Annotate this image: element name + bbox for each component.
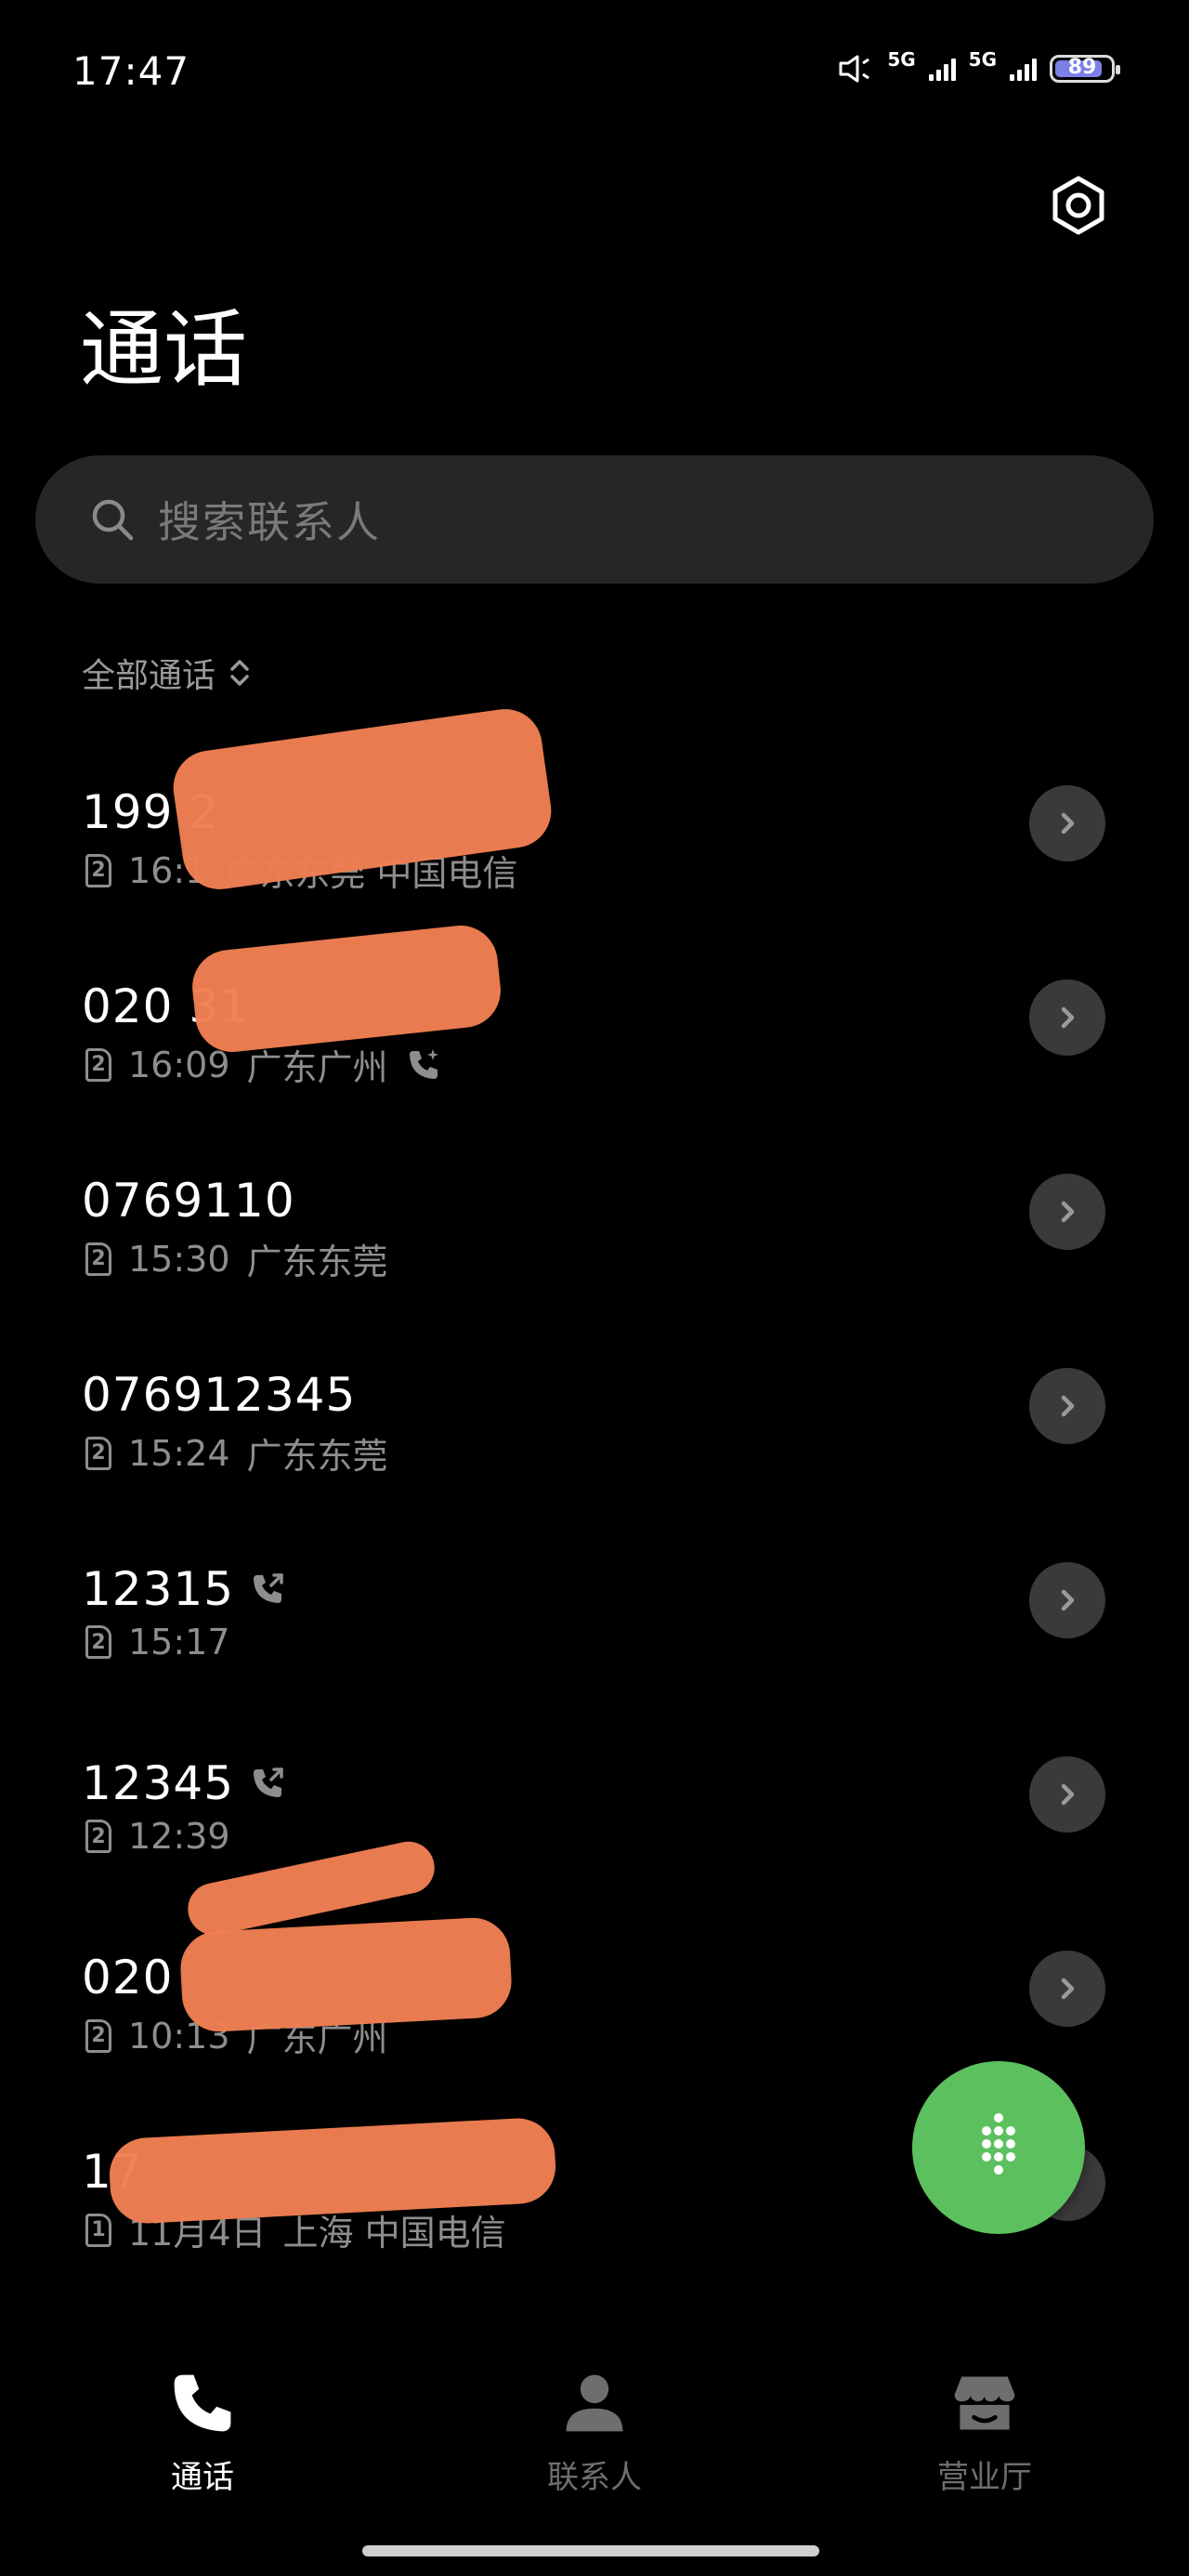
page-title: 通话 (80, 301, 247, 399)
sim-icon: 2 (85, 1242, 111, 1276)
person-icon (566, 2374, 623, 2432)
network-label-2: 5G (968, 48, 997, 71)
call-details-button[interactable] (1029, 785, 1105, 861)
sim-icon: 2 (85, 1820, 111, 1853)
network-label-1: 5G (887, 48, 916, 71)
call-filter[interactable]: 全部通话 (82, 649, 251, 697)
outgoing-call-icon (254, 1573, 283, 1603)
sort-arrows-icon (230, 660, 249, 686)
tab-calls[interactable]: 通话 (110, 2368, 295, 2497)
call-details-button[interactable] (1029, 1562, 1105, 1638)
call-number: 076912345 (82, 1368, 357, 1422)
chevron-right-icon (1061, 1978, 1075, 2000)
tab-contacts[interactable]: 联系人 (502, 2368, 687, 2497)
hd-call-icon (409, 1048, 438, 1079)
chevron-right-icon (1061, 1201, 1075, 1223)
redaction-mark (178, 1915, 514, 2034)
call-number: 12345 (82, 1756, 235, 1810)
sim-icon: 2 (85, 1625, 111, 1659)
search-placeholder: 搜索联系人 (158, 497, 381, 547)
call-details-button[interactable] (1029, 1174, 1105, 1250)
sim-icon: 2 (85, 1436, 111, 1470)
call-row[interactable]: 12345 2 12:39 (0, 1756, 1189, 1951)
chevron-right-icon (1061, 812, 1075, 835)
phone-icon (174, 2374, 231, 2432)
call-time: 15:30 (128, 1238, 230, 1280)
call-row[interactable]: 199 2 2 16:1 广东东莞 中国电信 (0, 703, 1189, 979)
call-time: 15:24 (128, 1432, 230, 1474)
call-row[interactable]: 020 31 2 16:09 广东广州 (0, 922, 1189, 1174)
tab-service-hall-label: 营业厅 (937, 2459, 1032, 2496)
settings-icon[interactable] (1048, 175, 1109, 236)
call-details-button[interactable] (1029, 1368, 1105, 1444)
sim-icon: 1 (85, 2213, 111, 2247)
tab-service-hall[interactable]: 营业厅 (892, 2368, 1078, 2497)
call-row[interactable]: 12315 2 15:17 (0, 1562, 1189, 1756)
call-number: 12315 (82, 1562, 235, 1616)
chevron-right-icon (1061, 1783, 1075, 1806)
call-row[interactable]: 076912345 2 15:24 广东东莞 (0, 1368, 1189, 1562)
tab-calls-label: 通话 (171, 2459, 234, 2496)
status-icons: 5G 5G 89 (837, 48, 1120, 84)
call-location: 广东东莞 (246, 1242, 388, 1282)
sim-icon: 2 (85, 2018, 111, 2053)
chevron-right-icon (1061, 1589, 1075, 1611)
signal-icon-1 (928, 57, 956, 81)
store-icon (954, 2376, 1015, 2430)
call-row[interactable]: 0769110 2 15:30 广东东莞 (0, 1174, 1189, 1368)
sim-icon: 2 (85, 1047, 111, 1082)
call-location: 广东东莞 (246, 1436, 388, 1477)
chevron-right-icon (1061, 1006, 1075, 1029)
battery-level: 89 (1067, 56, 1097, 79)
filter-label: 全部通话 (82, 657, 216, 695)
dialpad-button[interactable] (912, 2061, 1085, 2234)
call-time: 16:09 (128, 1044, 230, 1085)
call-time: 12:39 (128, 1816, 230, 1857)
call-details-button[interactable] (1029, 1951, 1105, 2027)
battery-icon: 89 (1050, 55, 1120, 83)
call-number: 020 (82, 1951, 174, 2004)
dialpad-icon (982, 2113, 1015, 2175)
sound-icon (839, 55, 870, 83)
outgoing-call-icon (254, 1768, 283, 1797)
call-details-button[interactable] (1029, 979, 1105, 1056)
status-time: 17:47 (72, 48, 190, 94)
call-details-button[interactable] (1029, 1756, 1105, 1833)
call-time: 15:17 (128, 1622, 230, 1663)
search-bar[interactable]: 搜索联系人 (35, 455, 1154, 584)
search-icon (92, 499, 134, 541)
signal-icon-2 (1010, 57, 1037, 81)
call-number: 0769110 (82, 1174, 295, 1228)
sim-icon: 2 (85, 853, 111, 887)
chevron-right-icon (1061, 1395, 1075, 1417)
tab-contacts-label: 联系人 (547, 2459, 642, 2496)
home-indicator[interactable] (362, 2545, 819, 2556)
